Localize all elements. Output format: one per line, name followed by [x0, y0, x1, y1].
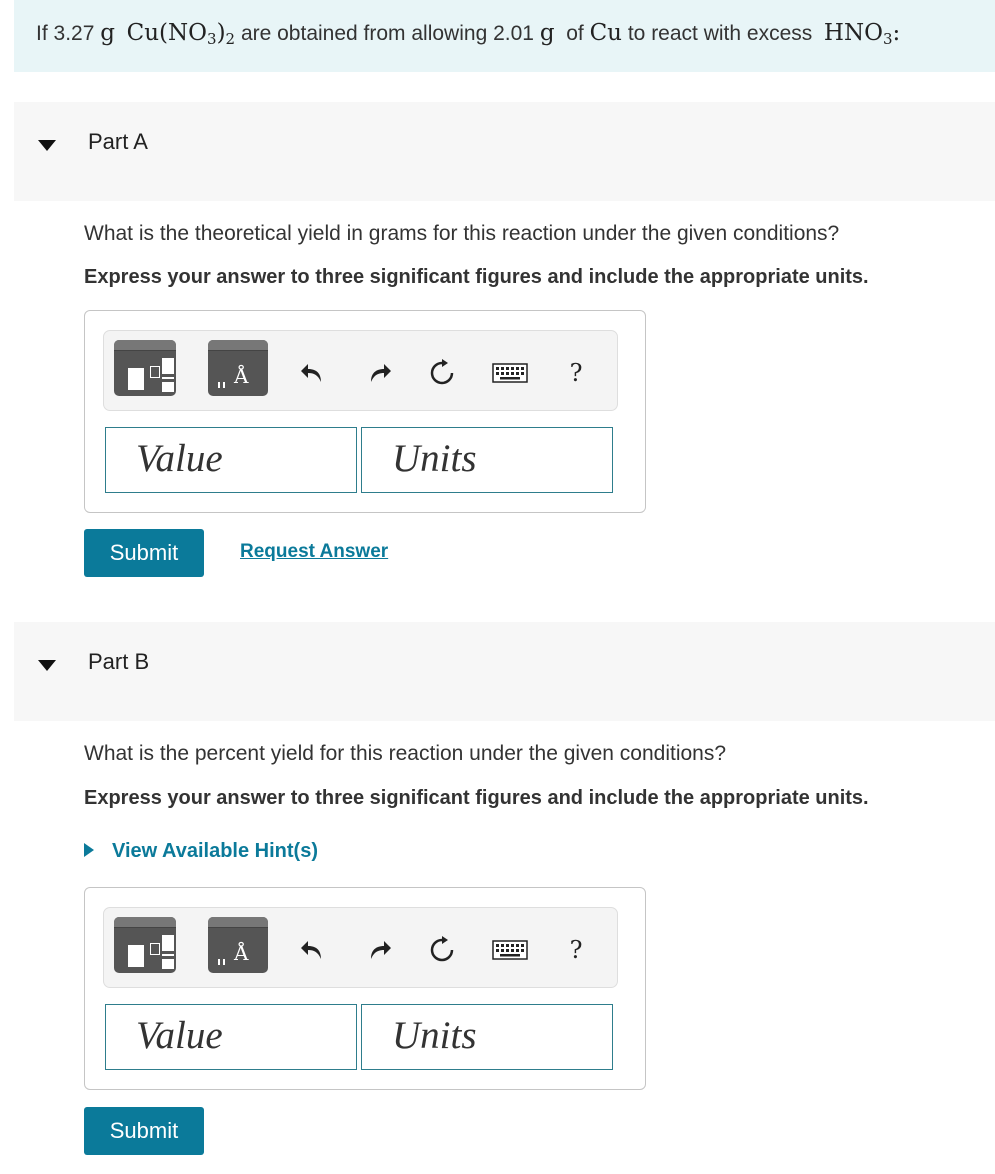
mass-reactant: 2.01 [493, 22, 534, 45]
hint-label: View Available Hint(s) [112, 840, 318, 862]
part-b-title: Part B [88, 649, 150, 674]
redo-icon[interactable] [360, 353, 400, 393]
part-a-submit-button[interactable]: Submit [84, 529, 204, 577]
reset-icon[interactable] [422, 353, 462, 393]
request-answer-link[interactable]: Request Answer [240, 541, 388, 563]
intro-text-obtained: are obtained from allowing [240, 22, 488, 45]
product-formula: Cu(NO3)2 [126, 20, 236, 48]
value-input[interactable]: Value [105, 1004, 357, 1070]
math-toolbar: Å ? [103, 907, 618, 988]
value-input[interactable]: Value [105, 427, 357, 493]
units-icon[interactable]: Å [208, 917, 268, 973]
part-b-question: What is the percent yield for this react… [84, 742, 727, 765]
mass-product: 3.27 [53, 22, 95, 45]
undo-icon[interactable] [292, 930, 332, 970]
units-placeholder: Units [392, 1014, 477, 1057]
help-icon[interactable]: ? [556, 930, 596, 970]
part-a-header[interactable]: Part A [14, 102, 995, 201]
part-b-instruction: Express your answer to three significant… [84, 787, 869, 809]
undo-icon[interactable] [292, 353, 332, 393]
units-input[interactable]: Units [361, 427, 613, 493]
part-a-instruction: Express your answer to three significant… [84, 266, 869, 288]
value-placeholder: Value [136, 437, 223, 480]
collapse-triangle-icon[interactable] [38, 660, 56, 671]
templates-icon[interactable] [114, 340, 176, 396]
part-b-header[interactable]: Part B [14, 622, 995, 721]
problem-statement: If 3.27 g Cu(NO3)2 are obtained from all… [14, 0, 995, 72]
intro-text-react: to react with excess [627, 22, 813, 45]
collapse-triangle-icon[interactable] [38, 140, 56, 151]
value-placeholder: Value [136, 1014, 223, 1057]
acid-formula: HNO3: [823, 20, 901, 48]
part-a-question: What is the theoretical yield in grams f… [84, 222, 840, 245]
part-a-answer-box: Å ? Value Units [84, 310, 646, 513]
unit-grams-2: g [539, 20, 555, 46]
help-icon[interactable]: ? [556, 353, 596, 393]
intro-text-if: If [36, 22, 48, 45]
units-icon[interactable]: Å [208, 340, 268, 396]
reset-icon[interactable] [422, 930, 462, 970]
redo-icon[interactable] [360, 930, 400, 970]
expand-triangle-icon [84, 843, 94, 857]
unit-grams-1: g [100, 20, 115, 46]
math-toolbar: Å ? [103, 330, 618, 411]
intro-text-of: of [566, 22, 584, 45]
reactant-formula: Cu [589, 20, 622, 46]
part-a-title: Part A [88, 129, 148, 154]
templates-icon[interactable] [114, 917, 176, 973]
units-input[interactable]: Units [361, 1004, 613, 1070]
keyboard-icon[interactable] [490, 353, 530, 393]
part-b-submit-button[interactable]: Submit [84, 1107, 204, 1155]
view-hints-link[interactable]: View Available Hint(s) [84, 840, 318, 863]
units-placeholder: Units [392, 437, 477, 480]
part-b-answer-box: Å ? Value Units [84, 887, 646, 1090]
keyboard-icon[interactable] [490, 930, 530, 970]
